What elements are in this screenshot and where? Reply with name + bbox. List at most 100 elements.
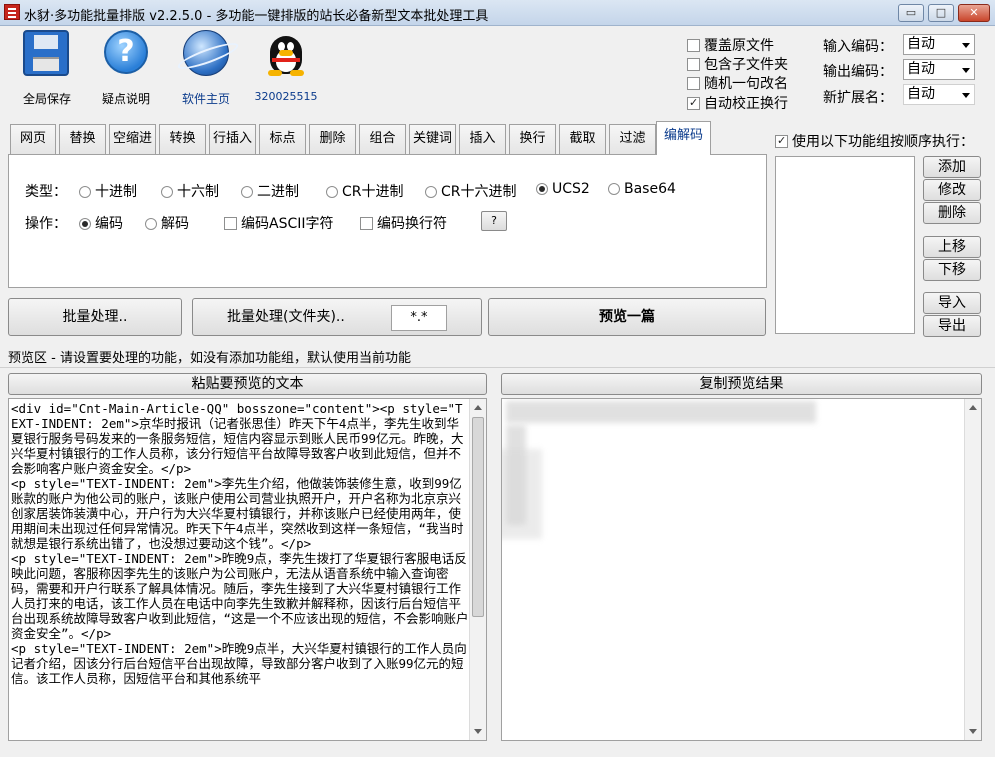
- type-hex-radio[interactable]: [161, 186, 173, 198]
- sequence-option[interactable]: 使用以下功能组按顺序执行：: [775, 131, 974, 151]
- tab-filter[interactable]: 过滤: [609, 124, 656, 154]
- scroll-up-icon[interactable]: [474, 405, 482, 410]
- qq-button[interactable]: 320025515: [251, 30, 321, 103]
- save-all-button[interactable]: 全局保存: [12, 30, 82, 107]
- auto-wrap-option[interactable]: 自动校正换行: [687, 93, 788, 113]
- preview-one-button[interactable]: 预览一篇: [488, 298, 766, 336]
- tab-insert[interactable]: 插入: [459, 124, 506, 154]
- type-hex-label: 十六制: [177, 184, 219, 200]
- encode-option[interactable]: 编码: [79, 213, 123, 233]
- type-cr-hex-option[interactable]: CR十六进制: [425, 181, 517, 201]
- random-rename-checkbox[interactable]: [687, 77, 700, 90]
- paste-preview-button[interactable]: 粘贴要预览的文本: [8, 373, 487, 395]
- type-ucs2-radio[interactable]: [536, 183, 548, 195]
- tab-line-insert[interactable]: 行插入: [209, 124, 256, 154]
- scroll-up-icon[interactable]: [969, 405, 977, 410]
- encode-newline-checkbox[interactable]: [360, 217, 373, 230]
- subfolders-label: 包含子文件夹: [704, 57, 788, 73]
- tab-delete[interactable]: 删除: [309, 124, 356, 154]
- qq-penguin-icon: [266, 30, 306, 76]
- subfolders-option[interactable]: 包含子文件夹: [687, 54, 788, 74]
- tab-codec[interactable]: 编解码: [656, 121, 711, 155]
- tab-keyword[interactable]: 关键词: [409, 124, 456, 154]
- output-encoding-label: 输出编码：: [823, 64, 893, 80]
- operation-label: 操作：: [25, 216, 67, 232]
- input-encoding-select[interactable]: 自动: [903, 34, 975, 55]
- encode-ascii-label: 编码ASCII字符: [241, 216, 334, 232]
- result-scrollbar[interactable]: [964, 399, 981, 740]
- sequence-label: 使用以下功能组按顺序执行：: [792, 134, 974, 150]
- type-decimal-radio[interactable]: [79, 186, 91, 198]
- subfolders-checkbox[interactable]: [687, 58, 700, 71]
- new-extension-value: 自动: [907, 86, 935, 102]
- move-up-button[interactable]: 上移: [923, 236, 981, 258]
- type-base64-radio[interactable]: [608, 183, 620, 195]
- scroll-down-icon[interactable]: [474, 729, 482, 734]
- source-scrollbar[interactable]: [469, 399, 486, 740]
- auto-wrap-checkbox[interactable]: [687, 96, 700, 110]
- tab-webpage[interactable]: 网页: [10, 124, 56, 154]
- type-base64-option[interactable]: Base64: [608, 181, 676, 197]
- decode-radio[interactable]: [145, 218, 157, 230]
- homepage-button[interactable]: 软件主页: [171, 30, 241, 107]
- window-title: 水豺·多功能批量排版 v2.2.5.0 - 多功能一键排版的站长必备新型文本批处…: [24, 9, 489, 24]
- scroll-thumb[interactable]: [472, 417, 484, 617]
- tab-convert[interactable]: 转换: [159, 124, 206, 154]
- close-button[interactable]: ✕: [958, 4, 990, 22]
- type-ucs2-label: UCS2: [552, 181, 590, 197]
- overwrite-checkbox[interactable]: [687, 39, 700, 52]
- codec-help-button[interactable]: ?: [481, 211, 507, 231]
- modify-button[interactable]: 修改: [923, 179, 981, 201]
- type-hex-option[interactable]: 十六制: [161, 181, 219, 201]
- random-rename-option[interactable]: 随机一句改名: [687, 73, 788, 93]
- decode-option[interactable]: 解码: [145, 213, 189, 233]
- encode-newline-label: 编码换行符: [377, 216, 447, 232]
- tab-linebreak[interactable]: 换行: [509, 124, 556, 154]
- minimize-button[interactable]: ▭: [898, 4, 924, 22]
- scroll-down-icon[interactable]: [969, 729, 977, 734]
- codec-panel: 类型： 十进制 十六制 二进制 CR十进制 CR十六进制 UCS2 Base64…: [8, 154, 767, 288]
- output-encoding-select[interactable]: 自动: [903, 59, 975, 80]
- new-extension-select[interactable]: 自动: [903, 84, 975, 105]
- type-binary-radio[interactable]: [241, 186, 253, 198]
- encode-label: 编码: [95, 216, 123, 232]
- encode-newline-option[interactable]: 编码换行符: [360, 213, 447, 233]
- batch-process-button[interactable]: 批量处理..: [8, 298, 182, 336]
- export-button[interactable]: 导出: [923, 315, 981, 337]
- divider: [0, 367, 995, 368]
- copy-result-button[interactable]: 复制预览结果: [501, 373, 982, 395]
- blurred-result-text: [506, 401, 816, 423]
- encode-radio[interactable]: [79, 218, 91, 230]
- import-button[interactable]: 导入: [923, 292, 981, 314]
- encode-ascii-checkbox[interactable]: [224, 217, 237, 230]
- type-cr-decimal-option[interactable]: CR十进制: [326, 181, 404, 201]
- tab-combine[interactable]: 组合: [359, 124, 406, 154]
- delete-button[interactable]: 删除: [923, 202, 981, 224]
- add-button[interactable]: 添加: [923, 156, 981, 178]
- type-cr-decimal-radio[interactable]: [326, 186, 338, 198]
- help-button[interactable]: ? 疑点说明: [91, 30, 161, 107]
- type-label: 类型：: [25, 184, 67, 200]
- overwrite-option[interactable]: 覆盖原文件: [687, 35, 774, 55]
- encode-ascii-option[interactable]: 编码ASCII字符: [224, 213, 334, 233]
- tab-extract[interactable]: 截取: [559, 124, 606, 154]
- type-cr-hex-radio[interactable]: [425, 186, 437, 198]
- source-textarea[interactable]: <div id="Cnt-Main-Article-QQ" bosszone="…: [8, 398, 487, 741]
- type-decimal-option[interactable]: 十进制: [79, 181, 137, 201]
- tab-replace[interactable]: 替换: [59, 124, 106, 154]
- maximize-button[interactable]: □: [928, 4, 954, 22]
- result-textarea[interactable]: [501, 398, 982, 741]
- help-label: 疑点说明: [101, 92, 150, 106]
- tab-punctuation[interactable]: 标点: [259, 124, 306, 154]
- homepage-label: 软件主页: [181, 92, 230, 106]
- tab-indent[interactable]: 空缩进: [109, 124, 156, 154]
- output-encoding-value: 自动: [907, 61, 935, 77]
- blurred-result-text: [502, 449, 542, 539]
- type-decimal-label: 十进制: [95, 184, 137, 200]
- file-filter-input[interactable]: *.*: [391, 305, 447, 331]
- type-ucs2-option[interactable]: UCS2: [536, 181, 590, 197]
- sequence-checkbox[interactable]: [775, 134, 788, 148]
- move-down-button[interactable]: 下移: [923, 259, 981, 281]
- type-binary-option[interactable]: 二进制: [241, 181, 299, 201]
- function-group-list[interactable]: [775, 156, 915, 334]
